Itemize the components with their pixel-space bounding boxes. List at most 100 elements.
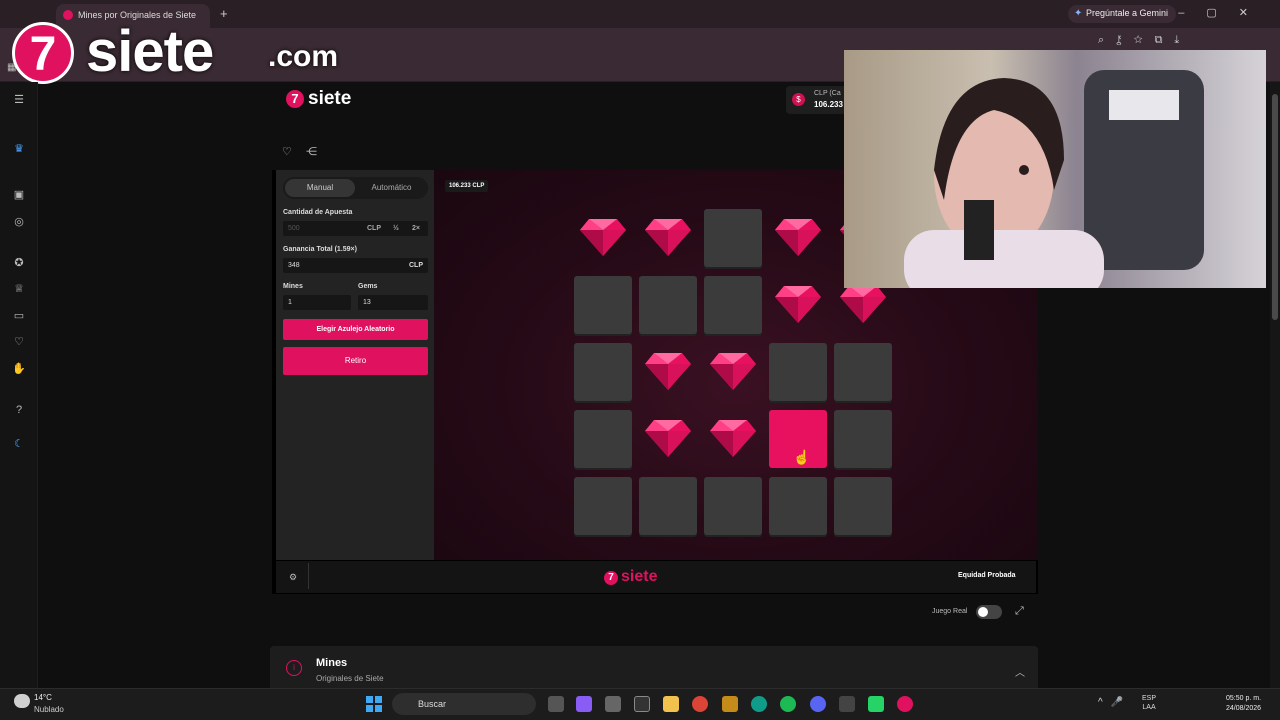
- tile-hidden[interactable]: [639, 477, 697, 535]
- tile-hidden[interactable]: [834, 343, 892, 401]
- footer-divider: [308, 563, 309, 589]
- watermark-brand: siete: [86, 19, 214, 84]
- board-balance-badge: 106.233 CLP: [445, 180, 489, 192]
- random-tile-button[interactable]: Elegir Azulejo Aleatorio: [283, 319, 428, 340]
- tile-hidden[interactable]: [639, 276, 697, 334]
- tile-gem[interactable]: [639, 209, 697, 267]
- tile-hidden[interactable]: [704, 477, 762, 535]
- casino-icon[interactable]: ♛: [11, 141, 27, 157]
- total-profit-label: Ganancia Total (1.59×): [283, 246, 357, 253]
- moon-icon[interactable]: ☾: [11, 436, 27, 452]
- profit-currency: CLP: [409, 262, 423, 269]
- fullscreen-icon[interactable]: ⤢: [1015, 605, 1024, 618]
- spotify-icon[interactable]: [780, 696, 796, 712]
- live-icon[interactable]: ▭: [11, 308, 27, 324]
- tile-hidden[interactable]: [769, 343, 827, 401]
- taskbar-clock[interactable]: 05:50 p. m. 24/08/2026: [1226, 694, 1261, 714]
- tile-gem[interactable]: [639, 410, 697, 468]
- gems-value: 13: [363, 299, 371, 306]
- gift-icon[interactable]: ▣: [11, 187, 27, 203]
- chip-icon[interactable]: ✪: [11, 255, 27, 271]
- bet-amount-field[interactable]: 500: [283, 221, 428, 236]
- provably-fair-link[interactable]: Equidad Probada: [958, 572, 1016, 579]
- cashout-button[interactable]: Retiro: [283, 347, 428, 375]
- chevron-up-icon[interactable]: ︿: [1015, 664, 1025, 679]
- chrome-profile-icon[interactable]: [897, 696, 913, 712]
- obs-icon[interactable]: [634, 696, 650, 712]
- gem-icon: [645, 420, 691, 457]
- taskbar-search[interactable]: Buscar: [392, 693, 536, 715]
- real-game-toggle[interactable]: [976, 605, 1002, 619]
- scroll-thumb[interactable]: [1272, 94, 1278, 320]
- copilot-icon[interactable]: [576, 696, 592, 712]
- wallet-balance[interactable]: $ CLP (Ca 106.233: [786, 86, 846, 114]
- gemini-button[interactable]: ✦ Pregúntale a Gemini: [1068, 5, 1177, 23]
- mines-value: 1: [288, 299, 292, 306]
- tile-gem[interactable]: [639, 343, 697, 401]
- toolbar-icons[interactable]: ⌕⚷☆⧉⤓: [1098, 34, 1191, 47]
- tab-automatic[interactable]: Automático: [357, 179, 426, 197]
- heart-icon[interactable]: ♡: [11, 334, 27, 350]
- favorite-heart-icon[interactable]: ♡: [282, 145, 292, 158]
- file-explorer-icon[interactable]: [663, 696, 679, 712]
- tile-hidden[interactable]: [574, 276, 632, 334]
- webcam-overlay: [844, 50, 1266, 288]
- game-info-panel[interactable]: [270, 646, 1038, 690]
- tile-hidden[interactable]: [574, 410, 632, 468]
- menu-icon[interactable]: ☰: [11, 92, 27, 108]
- edge-icon[interactable]: [751, 696, 767, 712]
- double-bet-button[interactable]: 2×: [412, 225, 420, 232]
- rockstar-icon[interactable]: [722, 696, 738, 712]
- tile-hidden[interactable]: [834, 477, 892, 535]
- clock-date: 24/08/2026: [1226, 705, 1262, 712]
- app-icon[interactable]: [839, 696, 855, 712]
- gemini-label: Pregúntale a Gemini: [1086, 8, 1169, 18]
- hands-icon[interactable]: ✋: [11, 361, 27, 377]
- sparkle-icon: ✦: [1074, 8, 1083, 19]
- tile-hidden[interactable]: [704, 209, 762, 267]
- help-icon[interactable]: ?: [11, 402, 27, 418]
- badge-icon[interactable]: ◎: [11, 214, 27, 230]
- total-profit-value: 348: [288, 262, 300, 269]
- tab-manual[interactable]: Manual: [285, 179, 355, 197]
- language-indicator[interactable]: ESP LAA: [1142, 694, 1156, 712]
- gem-icon: [840, 286, 886, 323]
- tile-hidden[interactable]: [574, 477, 632, 535]
- tile-gem[interactable]: [574, 209, 632, 267]
- whatsapp-icon[interactable]: [868, 696, 884, 712]
- tile-gem[interactable]: [769, 209, 827, 267]
- gem-icon: [710, 420, 756, 457]
- tile-hidden[interactable]: [769, 477, 827, 535]
- game-title: Mines: [316, 657, 348, 669]
- trophy-icon[interactable]: ♕: [11, 281, 27, 297]
- task-view-icon[interactable]: [548, 696, 564, 712]
- gem-icon: [710, 353, 756, 390]
- tile-gem[interactable]: [704, 410, 762, 468]
- gem-icon: [775, 286, 821, 323]
- weather-temperature: 14°C: [34, 693, 52, 702]
- discord-icon[interactable]: [810, 696, 826, 712]
- window-controls[interactable]: –▢✕: [1178, 6, 1270, 19]
- tile-hidden[interactable]: [574, 343, 632, 401]
- settings-gear-icon[interactable]: ⚙: [289, 572, 297, 583]
- gems-label: Gems: [358, 283, 378, 290]
- total-profit-field: 348: [283, 258, 428, 273]
- tile-hidden[interactable]: [704, 276, 762, 334]
- wallet-currency: CLP (Ca: [814, 90, 841, 97]
- chrome-icon[interactable]: [692, 696, 708, 712]
- half-bet-button[interactable]: ½: [393, 225, 399, 232]
- tile-gem[interactable]: [769, 276, 827, 334]
- bet-currency: CLP: [367, 225, 381, 232]
- clock-time: 05:50 p. m.: [1226, 695, 1262, 702]
- share-icon[interactable]: ⋲: [306, 145, 317, 158]
- cloud-weather-icon[interactable]: [14, 694, 30, 708]
- windows-start-icon[interactable]: [366, 696, 382, 712]
- tile-hidden[interactable]: [834, 410, 892, 468]
- site-logo-text: siete: [308, 88, 352, 109]
- store-icon[interactable]: [605, 696, 621, 712]
- weather-description: Nublado: [34, 705, 64, 714]
- tile-gem[interactable]: [704, 343, 762, 401]
- gem-icon: [775, 219, 821, 256]
- system-tray-icons[interactable]: ^🎤: [1098, 697, 1131, 708]
- mines-field[interactable]: 1: [283, 295, 351, 310]
